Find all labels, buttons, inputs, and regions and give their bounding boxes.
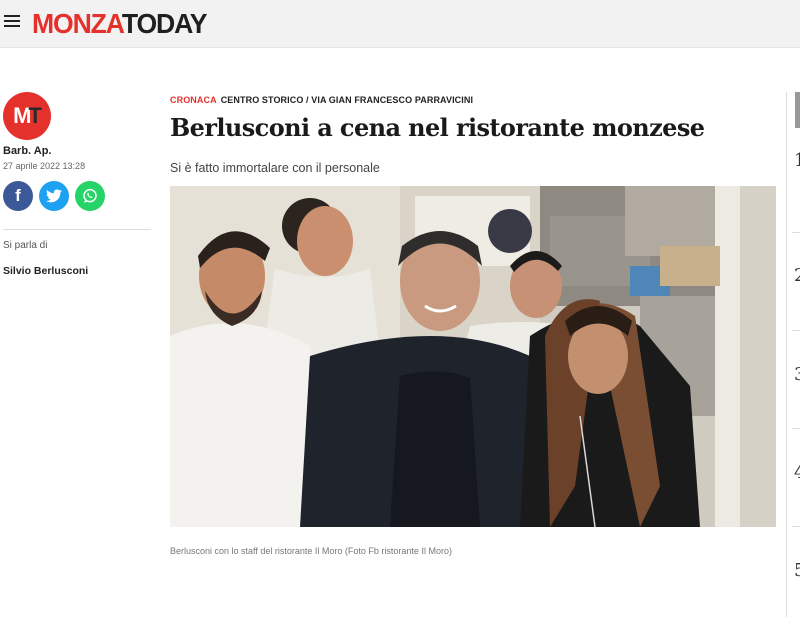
rank-number[interactable]: 3: [794, 364, 800, 385]
rank-number[interactable]: 5: [794, 560, 800, 581]
author-avatar[interactable]: MT: [3, 92, 51, 140]
topics-label: Si parla di: [3, 240, 48, 251]
right-rail-image[interactable]: [795, 92, 800, 128]
rank-number[interactable]: 2: [794, 265, 800, 286]
twitter-icon: [46, 189, 62, 203]
article-kicker: CRONACA CENTRO STORICO / VIA GIAN FRANCES…: [170, 95, 473, 105]
right-rail-border: [786, 92, 787, 617]
category-link[interactable]: CRONACA: [170, 95, 217, 105]
rail-separator: [792, 232, 800, 233]
whatsapp-icon: [83, 188, 97, 203]
facebook-icon: f: [15, 186, 21, 205]
sidebar-divider: [3, 229, 151, 230]
article-subtitle: Si è fatto immortalare con il personale: [170, 161, 380, 175]
rail-separator: [792, 428, 800, 429]
avatar-initial-t: T: [28, 103, 41, 128]
publish-date: 27 aprile 2022 13:28: [3, 161, 86, 171]
photo-caption: Berlusconi con lo staff del ristorante I…: [170, 546, 452, 556]
facebook-share-button[interactable]: f: [3, 181, 33, 211]
article-main-photo[interactable]: [170, 186, 776, 527]
hamburger-menu-icon[interactable]: [4, 15, 20, 29]
author-name[interactable]: Barb. Ap.: [3, 145, 52, 157]
site-header: MONZATODAY: [0, 0, 800, 48]
rail-separator: [792, 330, 800, 331]
logo-part-monza: MONZA: [32, 8, 123, 39]
article-title: Berlusconi a cena nel ristorante monzese: [170, 113, 705, 142]
rank-number[interactable]: 1: [794, 150, 800, 171]
twitter-share-button[interactable]: [39, 181, 69, 211]
topic-tag-link[interactable]: Silvio Berlusconi: [3, 265, 88, 277]
location-link[interactable]: CENTRO STORICO / VIA GIAN FRANCESCO PARR…: [221, 95, 473, 105]
rank-number[interactable]: 4: [794, 462, 800, 483]
logo-part-today: TODAY: [121, 8, 208, 39]
whatsapp-share-button[interactable]: [75, 181, 105, 211]
site-logo[interactable]: MONZATODAY: [32, 8, 208, 39]
rail-separator: [792, 526, 800, 527]
photo-illustration: [170, 186, 776, 527]
